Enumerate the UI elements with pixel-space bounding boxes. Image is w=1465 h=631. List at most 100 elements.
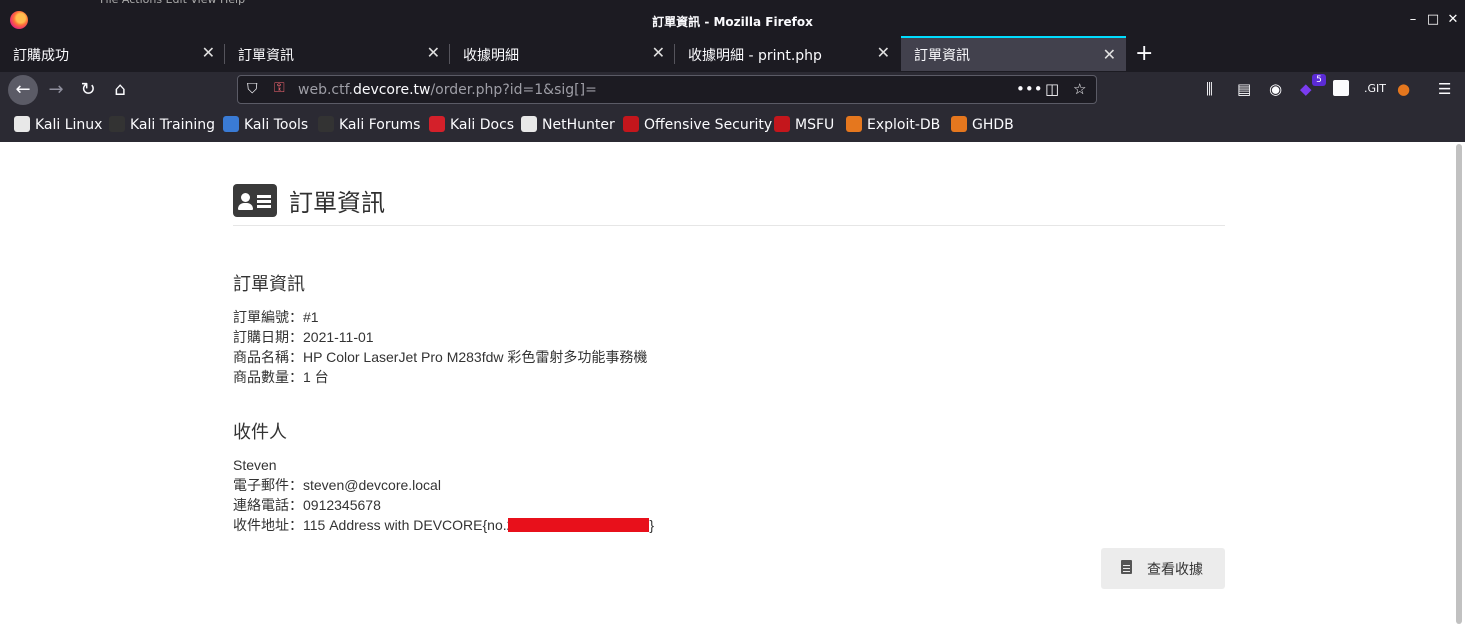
forward-arrow-icon[interactable]: →	[42, 76, 70, 104]
tab-bar: 訂購成功 ✕ 訂單資訊 ✕ 收據明細 ✕ 收據明細 - print.php ✕ …	[0, 36, 1465, 72]
bookmark-offensive-security[interactable]: Offensive Security	[623, 116, 772, 134]
bookmark-star-icon[interactable]: ☆	[1073, 80, 1086, 98]
bookmark-ghdb[interactable]: GHDB	[951, 116, 1014, 134]
shield-icon[interactable]: ⛉	[247, 81, 258, 97]
close-window-icon[interactable]: ✕	[1445, 12, 1461, 28]
scrollbar-thumb[interactable]	[1456, 144, 1462, 624]
tab-receipt-print[interactable]: 收據明細 - print.php ✕	[675, 36, 900, 71]
tab-close-icon[interactable]: ✕	[1103, 45, 1116, 64]
tab-receipt-details[interactable]: 收據明細 ✕	[450, 36, 675, 71]
bookmark-label: Kali Docs	[450, 117, 515, 133]
extension-icon[interactable]: ◆	[1300, 80, 1312, 98]
tab-close-icon[interactable]: ✕	[652, 43, 665, 62]
order-date: 訂購日期：2021-11-01	[233, 329, 374, 345]
ip-extension-icon[interactable]	[1333, 80, 1349, 96]
back-arrow-icon[interactable]: ←	[8, 75, 38, 105]
tab-close-icon[interactable]: ✕	[202, 43, 215, 62]
exploitdb-icon	[846, 116, 862, 132]
bookmark-msfu[interactable]: MSFU	[774, 116, 834, 134]
kali-training-icon	[109, 116, 125, 132]
kali-forums-icon	[318, 116, 334, 132]
window-title: 訂單資訊 - Mozilla Firefox	[652, 15, 813, 29]
tab-label: 訂購成功	[13, 48, 69, 64]
bookmark-kali-tools[interactable]: Kali Tools	[223, 116, 308, 134]
tab-label: 訂單資訊	[914, 48, 970, 64]
insecure-lock-icon[interactable]: ⚿	[274, 80, 285, 96]
address-suffix: }	[649, 517, 655, 533]
tab-order-info[interactable]: 訂單資訊 ✕	[225, 36, 450, 71]
tab-order-info-active[interactable]: 訂單資訊 ✕	[901, 36, 1126, 71]
firefox-window: File Actions Edit View Help 訂單資訊 - Mozil…	[0, 0, 1465, 631]
bookmark-label: Exploit-DB	[867, 117, 941, 133]
background-menu-strip: File Actions Edit View Help	[100, 0, 360, 6]
bookmark-label: Kali Tools	[244, 117, 309, 133]
redaction-bar	[508, 518, 650, 532]
address-text: 收件地址：115 Address with DEVCORE{no.2	[233, 517, 515, 533]
wappalyzer-icon[interactable]: ●	[1397, 80, 1410, 98]
tab-label: 訂單資訊	[238, 48, 294, 64]
home-icon[interactable]: ⌂	[106, 76, 134, 104]
extension-badge: 5	[1312, 74, 1326, 86]
msfu-icon	[774, 116, 790, 132]
recipient-phone: 連絡電話：0912345678	[233, 497, 381, 513]
tab-close-icon[interactable]: ✕	[427, 43, 440, 62]
tab-close-icon[interactable]: ✕	[877, 43, 890, 62]
tab-order-success[interactable]: 訂購成功 ✕	[0, 36, 225, 71]
recipient-name: Steven	[233, 457, 277, 473]
offsec-icon	[623, 116, 639, 132]
bookmarks-toolbar: Kali Linux Kali Training Kali Tools Kali…	[0, 107, 1465, 142]
more-actions-icon[interactable]: •••	[1016, 80, 1043, 98]
sidebar-icon[interactable]: ▤	[1237, 80, 1251, 98]
order-details: 訂單編號：#1 訂購日期：2021-11-01 商品名稱：HP Color La…	[233, 307, 647, 387]
recipient-address: 收件地址：115 Address with DEVCORE{no.2}	[233, 515, 654, 535]
kali-tools-icon	[223, 116, 239, 132]
product-name: 商品名稱：HP Color LaserJet Pro M283fdw 彩色雷射多…	[233, 349, 648, 365]
library-icon[interactable]: ⫼	[1206, 80, 1213, 98]
recipient-details: Steven 電子郵件：steven@devcore.local 連絡電話：09…	[233, 455, 654, 535]
bookmark-nethunter[interactable]: NetHunter	[521, 116, 615, 134]
pocket-icon[interactable]: ◫	[1045, 80, 1059, 98]
bookmark-exploit-db[interactable]: Exploit-DB	[846, 116, 940, 134]
bookmark-label: GHDB	[972, 117, 1014, 133]
url-bar[interactable]: ⛉ ⚿ web.ctf.devcore.tw/order.php?id=1&si…	[237, 75, 1097, 104]
bookmark-kali-docs[interactable]: Kali Docs	[429, 116, 514, 134]
bookmark-kali-training[interactable]: Kali Training	[109, 116, 215, 134]
kali-docs-icon	[429, 116, 445, 132]
recipient-email: 電子郵件：steven@devcore.local	[233, 477, 441, 493]
hamburger-menu-icon[interactable]: ☰	[1438, 80, 1451, 98]
page-scrollbar[interactable]	[1453, 142, 1465, 631]
url-prefix: web.ctf.	[298, 82, 353, 98]
ghdb-icon	[951, 116, 967, 132]
url-domain: devcore.tw	[352, 82, 431, 98]
bookmark-label: Offensive Security	[644, 117, 773, 133]
page-header: 訂單資訊	[233, 180, 1225, 226]
bookmark-label: Kali Training	[130, 117, 215, 133]
id-card-icon	[233, 184, 277, 217]
page-content: 訂單資訊 訂單資訊 訂單編號：#1 訂購日期：2021-11-01 商品名稱：H…	[0, 142, 1453, 631]
reload-icon[interactable]: ↻	[74, 76, 102, 104]
bookmark-kali-linux[interactable]: Kali Linux	[14, 116, 102, 134]
account-icon[interactable]: ◉	[1269, 80, 1282, 98]
minimize-icon[interactable]: –	[1405, 12, 1421, 28]
tab-label: 收據明細	[463, 48, 519, 64]
recipient-heading: 收件人	[233, 422, 287, 442]
tab-label: 收據明細 - print.php	[688, 48, 822, 64]
git-extension-icon[interactable]: .GIT	[1364, 82, 1386, 95]
page-title: 訂單資訊	[289, 190, 385, 217]
view-receipt-button[interactable]: 查看收據	[1101, 548, 1225, 589]
navigation-toolbar: ← → ↻ ⌂ ⛉ ⚿ web.ctf.devcore.tw/order.php…	[0, 72, 1465, 107]
bookmark-label: Kali Forums	[339, 117, 421, 133]
url-path: /order.php?id=1&sig[]=	[430, 82, 597, 98]
url-text[interactable]: web.ctf.devcore.tw/order.php?id=1&sig[]=	[298, 82, 597, 98]
order-info-heading: 訂單資訊	[233, 274, 305, 294]
order-number: 訂單編號：#1	[233, 309, 319, 325]
product-quantity: 商品數量：1 台	[233, 369, 329, 385]
bookmark-label: MSFU	[795, 117, 835, 133]
bookmark-label: NetHunter	[542, 117, 615, 133]
bookmark-kali-forums[interactable]: Kali Forums	[318, 116, 420, 134]
new-tab-plus-icon[interactable]: +	[1135, 41, 1153, 66]
maximize-icon[interactable]: □	[1425, 12, 1441, 28]
bookmark-label: Kali Linux	[35, 117, 103, 133]
document-icon	[1121, 560, 1132, 574]
nethunter-icon	[521, 116, 537, 132]
